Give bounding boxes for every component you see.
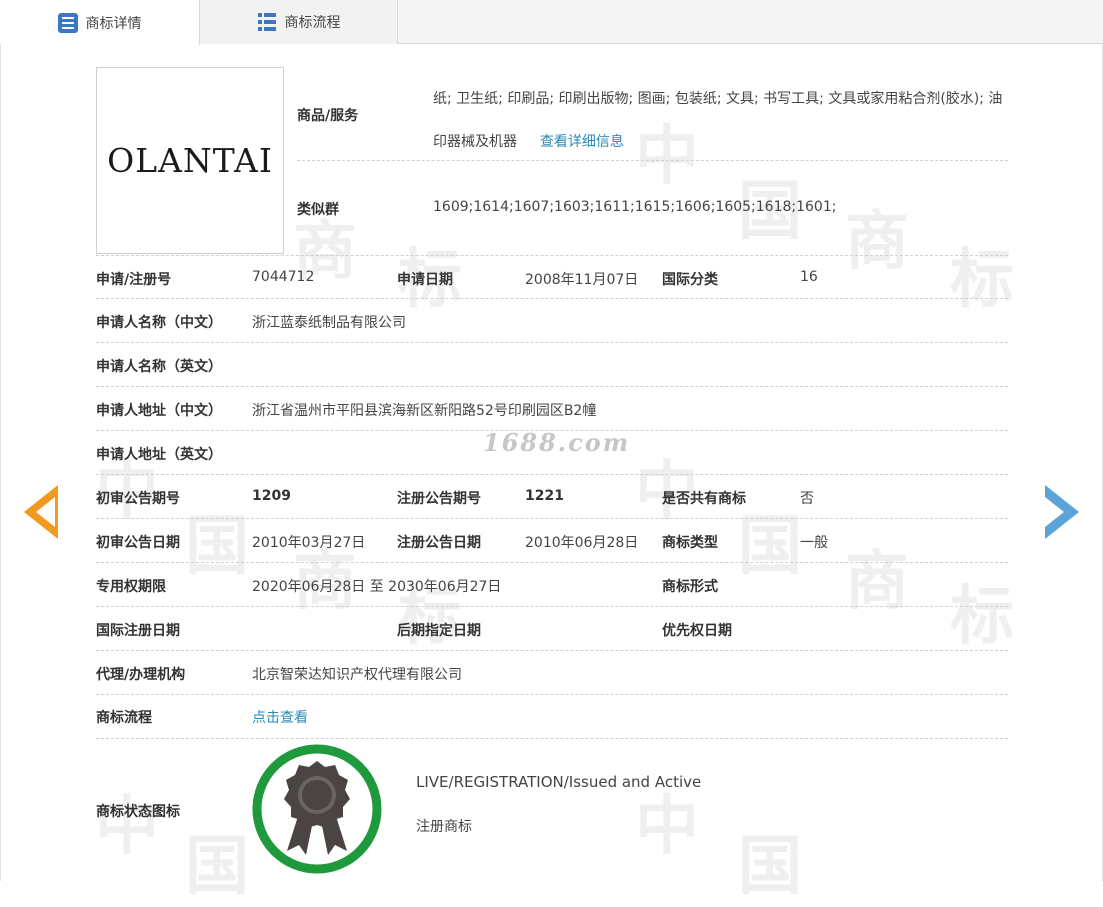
agent-value: 北京智荣达知识产权代理有限公司 (252, 667, 462, 683)
goods-label: 商品/服务 (297, 108, 359, 124)
goods-text: 纸; 卫生纸; 印刷品; 印刷出版物; 图画; 包装纸; 文具; 书写工具; 文… (433, 91, 1003, 150)
process-view-link[interactable]: 点击查看 (252, 707, 308, 727)
award-ribbon-icon (251, 743, 383, 875)
applicant-cn-value: 浙江蓝泰纸制品有限公司 (252, 315, 406, 331)
apply-date-value: 2008年11月07日 (525, 272, 639, 288)
tab-process-label: 商标流程 (284, 15, 341, 31)
intl-class-label: 国际分类 (662, 272, 718, 288)
reg-notice-date-value: 2010年06月28日 (525, 535, 639, 551)
prelim-no-value: 1209 (252, 488, 291, 504)
priority-date-label: 优先权日期 (662, 623, 732, 639)
shared-value: 否 (800, 491, 814, 507)
divider (96, 738, 1008, 739)
divider (96, 562, 1008, 563)
reg-notice-no-value: 1221 (525, 488, 564, 504)
process-label: 商标流程 (96, 710, 152, 726)
tab-trademark-details[interactable]: 商标详情 (0, 0, 200, 45)
trademark-logo-text: OLANTAI (107, 141, 273, 180)
applicant-cn-label: 申请人名称（中文） (96, 315, 222, 331)
trademark-image: OLANTAI (96, 67, 284, 254)
reg-no-value: 7044712 (252, 269, 315, 285)
divider (297, 160, 1008, 161)
arrow-left-inner (36, 497, 55, 527)
tm-form-label: 商标形式 (662, 579, 718, 595)
shared-label: 是否共有商标 (662, 491, 746, 507)
reg-no-label: 申请/注册号 (96, 272, 172, 288)
tab-details-label: 商标详情 (85, 15, 142, 32)
exclusive-period-label: 专用权期限 (96, 579, 166, 595)
reg-notice-date-label: 注册公告日期 (397, 535, 481, 551)
watermark-site: 1688.com (483, 428, 631, 457)
prelim-date-value: 2010年03月27日 (252, 535, 366, 551)
divider (96, 694, 1008, 695)
intl-class-value: 16 (800, 269, 818, 285)
divider (96, 430, 1008, 431)
intl-reg-date-label: 国际注册日期 (96, 623, 180, 639)
tab-bar: 商标详情 商标流程 (0, 0, 1103, 45)
exclusive-period-value: 2020年06月28日 至 2030年06月27日 (252, 579, 502, 595)
address-en-label: 申请人地址（英文） (96, 447, 222, 463)
address-cn-label: 申请人地址（中文） (96, 403, 222, 419)
similar-group-value: 1609;1614;1607;1603;1611;1615;1606;1605;… (433, 199, 837, 215)
similar-group-label: 类似群 (297, 202, 339, 218)
arrow-right-inner (1045, 497, 1064, 527)
agent-label: 代理/办理机构 (96, 667, 186, 683)
later-designation-label: 后期指定日期 (397, 623, 481, 639)
applicant-en-label: 申请人名称（英文） (96, 359, 222, 375)
status-en-value: LIVE/REGISTRATION/Issued and Active (416, 773, 702, 791)
prelim-no-label: 初审公告期号 (96, 491, 180, 507)
divider (96, 342, 1008, 343)
divider (96, 650, 1008, 651)
divider (96, 386, 1008, 387)
view-details-link[interactable]: 查看详细信息 (540, 134, 624, 150)
reg-notice-no-label: 注册公告期号 (397, 491, 481, 507)
apply-date-label: 申请日期 (397, 272, 453, 288)
list-icon (257, 12, 277, 32)
status-icon-label: 商标状态图标 (96, 804, 180, 820)
tab-trademark-process[interactable]: 商标流程 (200, 0, 398, 44)
divider (96, 518, 1008, 519)
prelim-date-label: 初审公告日期 (96, 535, 180, 551)
status-cn-value: 注册商标 (416, 819, 472, 835)
divider (96, 298, 1008, 299)
address-cn-value: 浙江省温州市平阳县滨海新区新阳路52号印刷园区B2幢 (252, 403, 597, 419)
tm-type-value: 一般 (800, 535, 828, 551)
divider (96, 606, 1008, 607)
tm-type-label: 商标类型 (662, 535, 718, 551)
document-list-icon (57, 12, 78, 33)
divider (96, 474, 1008, 475)
goods-value: 纸; 卫生纸; 印刷品; 印刷出版物; 图画; 包装纸; 文具; 书写工具; 文… (433, 78, 1008, 164)
divider (96, 255, 1008, 256)
